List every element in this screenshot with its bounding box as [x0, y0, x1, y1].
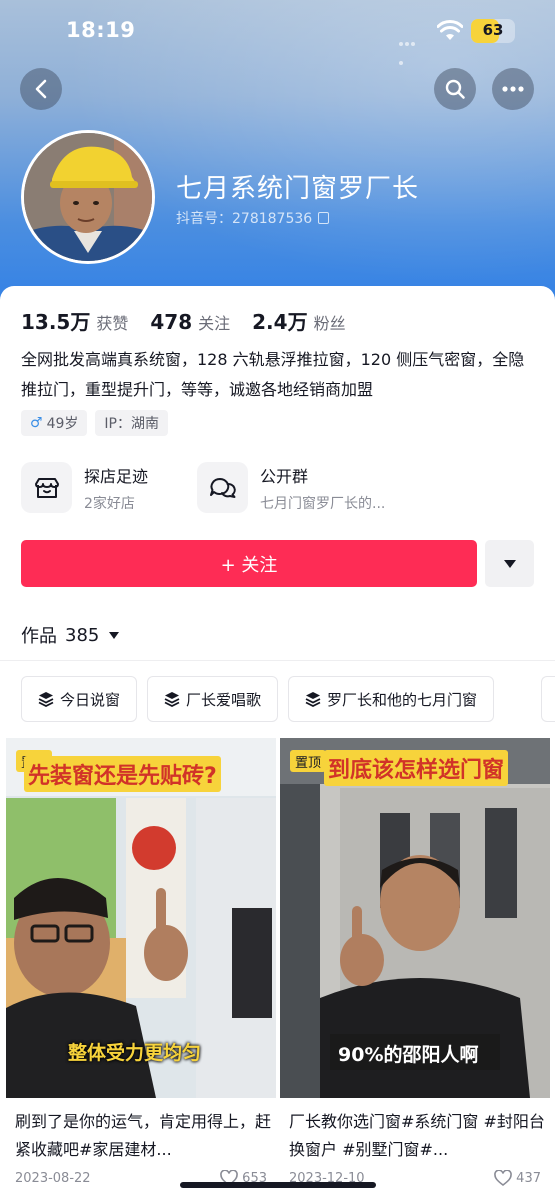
status-time: 18:19 [66, 18, 136, 42]
works-caret-icon [109, 631, 120, 639]
video-title: 刷到了是你的运气，肯定用得上，赶紧收藏吧#家居建材... [15, 1112, 272, 1159]
search-button[interactable] [434, 68, 476, 110]
stat-following-value: 478 [150, 310, 193, 334]
douyin-id[interactable]: 抖音号：278187536 [176, 208, 330, 228]
tab-works[interactable]: 作品 385 [21, 622, 120, 648]
more-icon [502, 86, 524, 92]
stat-likes-value: 13.5万 [21, 310, 91, 334]
copy-icon[interactable] [318, 212, 330, 224]
profile-stats: 13.5万 获赞 478 关注 2.4万 粉丝 [21, 306, 346, 335]
shop-footprint-subtitle: 2家好店 [84, 495, 135, 512]
stat-following-label: 关注 [198, 314, 231, 333]
home-indicator[interactable] [180, 1182, 376, 1188]
video-date: 2023-08-22 [15, 1170, 91, 1186]
video-card[interactable]: 置顶 先装窗还是先贴砖? 整体受力更均匀 刷到了是你的运气，肯定用得上，赶紧收藏… [6, 738, 276, 1186]
pinned-badge: 置顶 [290, 750, 327, 772]
stat-followers-value: 2.4万 [252, 310, 308, 334]
collection-icon [38, 692, 54, 707]
works-count: 385 [65, 624, 100, 646]
shop-footprint-title: 探店足迹 [84, 466, 149, 486]
works-label: 作品 [21, 626, 57, 647]
follow-button-label: + 关注 [220, 554, 278, 576]
stat-likes-label: 获赞 [96, 314, 129, 333]
ip-tag: IP：湖南 [95, 410, 168, 436]
back-icon [35, 79, 47, 99]
age-tag: ♂ 49岁 [21, 410, 88, 436]
profile-bio: 全网批发高端真系统窗，128 六轨悬浮推拉窗，120 侧压气密窗，全隐推拉门，重… [21, 350, 525, 399]
ip-text: IP：湖南 [104, 416, 159, 432]
collection-item-partial[interactable] [541, 676, 555, 722]
avatar[interactable] [21, 130, 155, 264]
follow-button[interactable]: + 关注 [21, 540, 477, 587]
video-card[interactable]: 置顶 到底该怎样选门窗 90%的邵阳人啊 厂长教你选门窗#系统门窗 #封阳台换窗… [280, 738, 550, 1186]
video-likes: 437 [494, 1170, 541, 1186]
video-caption-bottom: 90%的邵阳人啊 [338, 1044, 479, 1066]
video-caption-top: 先装窗还是先贴砖? [24, 756, 221, 792]
search-icon [445, 79, 465, 99]
collection-icon [164, 692, 180, 707]
collection-label: 厂长爱唱歌 [186, 690, 262, 709]
battery-level: 63 [482, 21, 504, 39]
battery-indicator: 63 [471, 19, 515, 43]
public-group-entry[interactable]: 公开群 七月门窗罗厂长的... [197, 462, 385, 513]
video-thumbnail[interactable]: 置顶 到底该怎样选门窗 90%的邵阳人啊 [280, 738, 550, 1098]
collection-label: 今日说窗 [60, 690, 121, 709]
collection-item[interactable]: 罗厂长和他的七月门窗 [288, 676, 495, 722]
douyin-id-text: 抖音号：278187536 [176, 211, 313, 227]
collection-label: 罗厂长和他的七月门窗 [327, 690, 478, 709]
collections-row: 今日说窗 厂长爱唱歌 罗厂长和他的七月门窗 [21, 676, 495, 722]
video-caption-bottom: 整体受力更均匀 [68, 1042, 202, 1064]
profile-tags: ♂ 49岁 IP：湖南 [21, 410, 168, 436]
video-caption-top: 到底该怎样选门窗 [324, 750, 509, 786]
status-dots [399, 31, 421, 65]
profile-nickname: 七月系统门窗罗厂长 [176, 174, 420, 204]
video-likes-count: 437 [516, 1170, 541, 1186]
stat-followers[interactable]: 2.4万 粉丝 [252, 306, 345, 335]
collection-icon [305, 692, 321, 707]
tab-divider [0, 660, 555, 661]
shop-icon [21, 462, 72, 513]
age-text: 49岁 [46, 416, 79, 432]
male-icon: ♂ [30, 415, 43, 431]
public-group-text: 公开群 七月门窗罗厂长的... [260, 463, 385, 513]
video-title: 厂长教你选门窗#系统门窗 #封阳台换窗户 #别墅门窗#... [289, 1112, 545, 1159]
shop-footprint-text: 探店足迹 2家好店 [84, 463, 148, 513]
back-button[interactable] [20, 68, 62, 110]
shop-footprint-entry[interactable]: 探店足迹 2家好店 [21, 462, 148, 513]
collection-item[interactable]: 厂长爱唱歌 [147, 676, 279, 722]
status-bar: 18:19 63 [0, 18, 555, 65]
public-group-subtitle: 七月门窗罗厂长的... [260, 495, 386, 512]
heart-icon [494, 1170, 512, 1186]
public-group-title: 公开群 [260, 466, 309, 486]
chevron-down-icon [503, 559, 516, 568]
stat-likes[interactable]: 13.5万 获赞 [21, 306, 128, 335]
more-button[interactable] [492, 68, 534, 110]
wifi-icon [437, 20, 463, 40]
stat-followers-label: 粉丝 [313, 314, 346, 333]
collection-item[interactable]: 今日说窗 [21, 676, 138, 722]
video-thumbnail[interactable]: 置顶 先装窗还是先贴砖? 整体受力更均匀 [6, 738, 276, 1098]
avatar-image [24, 133, 152, 261]
recommend-dropdown-button[interactable] [485, 540, 534, 587]
group-chat-icon [197, 462, 248, 513]
stat-following[interactable]: 478 关注 [150, 310, 230, 334]
